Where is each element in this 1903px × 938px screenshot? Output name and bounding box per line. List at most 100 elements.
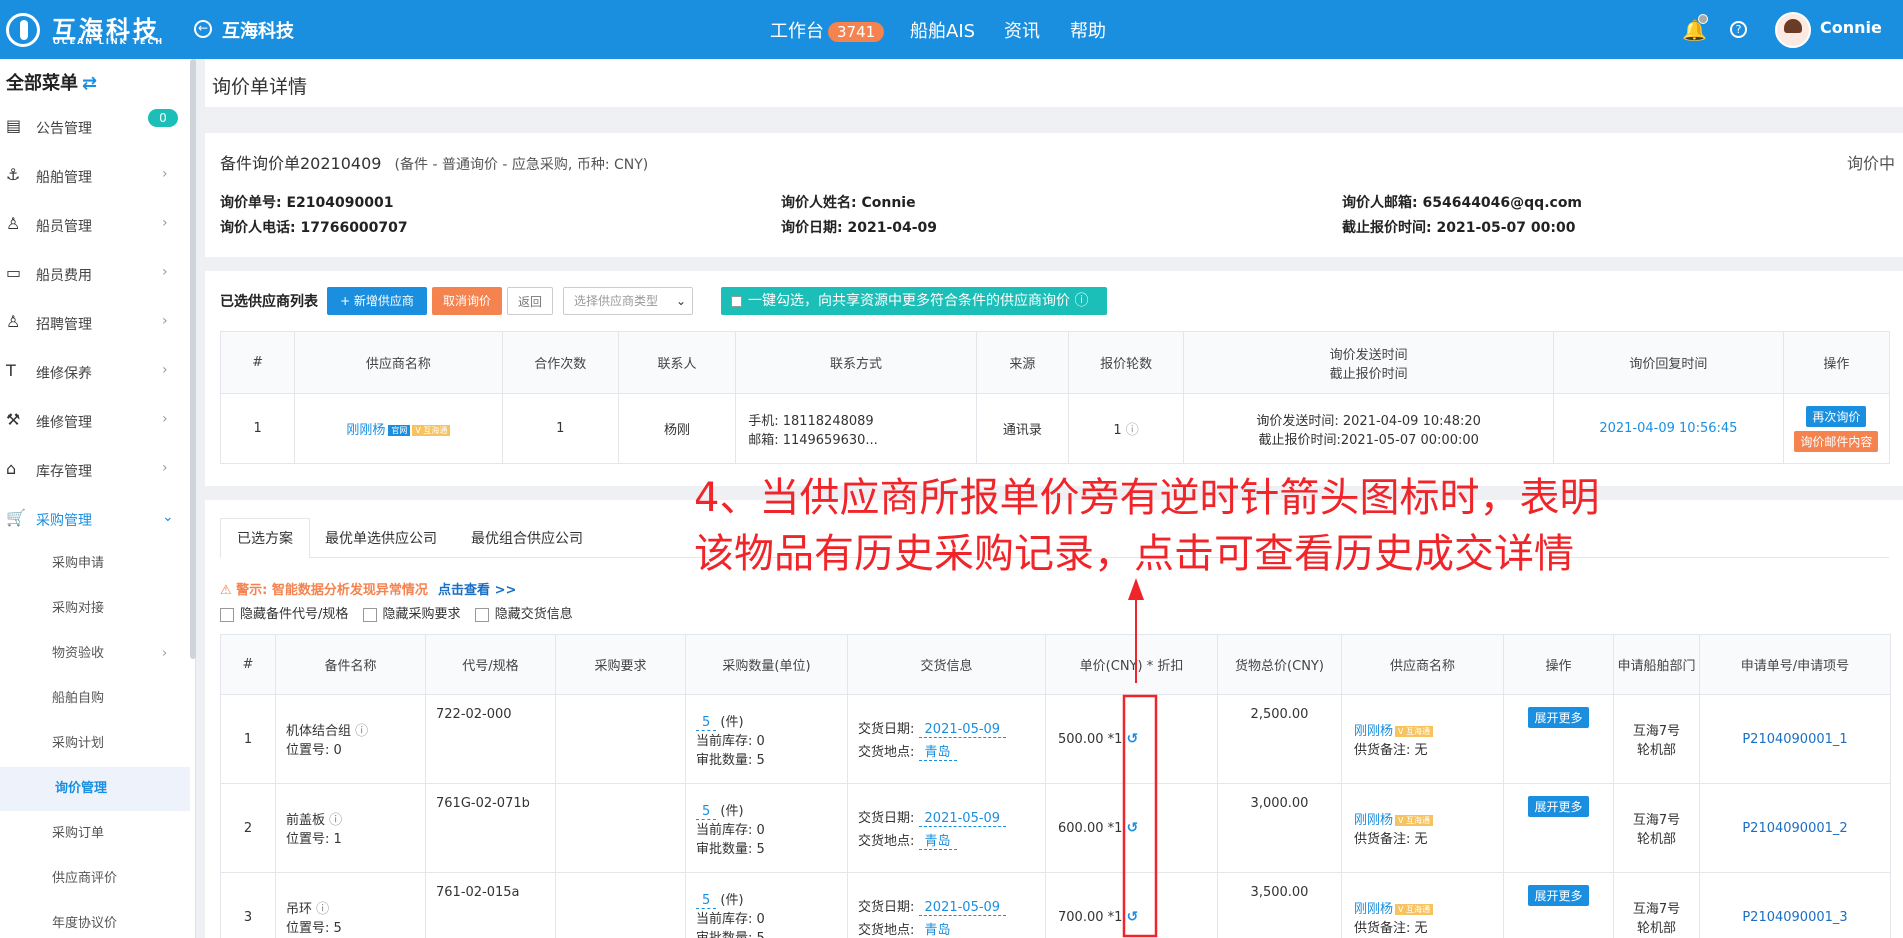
tab-best-combo[interactable]: 最优组合供应公司 bbox=[471, 528, 583, 548]
row-index: 1 bbox=[220, 694, 276, 784]
hide-delivery-checkbox[interactable] bbox=[474, 607, 489, 622]
user-name[interactable]: Connie bbox=[1820, 18, 1882, 37]
part-name-cell: 吊环 ⓘ 位置号: 5 bbox=[275, 872, 426, 938]
add-supplier-button[interactable]: + 新增供应商 bbox=[327, 287, 427, 315]
sidebar-sub-acceptance[interactable]: 物资验收 › bbox=[0, 632, 190, 676]
annotation-arrow bbox=[1122, 578, 1158, 938]
quantity-input[interactable]: 5 bbox=[696, 803, 717, 820]
help-icon[interactable]: ? bbox=[1730, 21, 1747, 38]
supplier-type-select[interactable]: 选择供应商类型 ⌄ bbox=[563, 287, 693, 315]
sidebar-item-crew[interactable]: ♙ 船员管理 › bbox=[0, 213, 190, 237]
sidebar-item-maintenance[interactable]: T 维修保养 › bbox=[0, 360, 190, 384]
sidebar-item-label: 维修保养 bbox=[36, 366, 92, 382]
send-time: 询价发送时间: 2021-04-09 10:48:20 bbox=[1256, 413, 1481, 429]
avatar[interactable] bbox=[1775, 12, 1811, 48]
company-name[interactable]: 互海科技 bbox=[222, 17, 294, 43]
info-icon[interactable]: ⓘ bbox=[355, 724, 368, 739]
sidebar-sub-purchase-request[interactable]: 采购申请 bbox=[0, 542, 190, 586]
col-action: 操作 bbox=[1782, 331, 1891, 394]
warning-text: ⚠ 警示: 智能数据分析发现异常情况 bbox=[220, 583, 428, 598]
delivery-place-input[interactable]: 青岛 bbox=[918, 745, 957, 761]
supplier-link[interactable]: 刚刚杨 bbox=[1354, 724, 1393, 739]
field-value: 2021-04-09 bbox=[847, 220, 938, 236]
expand-more-button[interactable]: 展开更多 bbox=[1528, 796, 1589, 817]
back-button[interactable]: 返回 bbox=[507, 287, 553, 315]
supplier-cell: 刚刚杨 V 互海通 供货备注: 无 bbox=[1341, 783, 1504, 873]
delivery-date-input[interactable]: 2021-05-09 bbox=[918, 900, 1007, 916]
col-contact: 联系人 bbox=[617, 331, 737, 394]
sidebar-item-recruit[interactable]: ♙ 招聘管理 › bbox=[0, 311, 190, 335]
share-inquiry-button[interactable]: 一键勾选，向共享资源中更多符合条件的供应商询价 ⓘ bbox=[721, 287, 1107, 315]
quantity-input[interactable]: 5 bbox=[696, 892, 717, 909]
sidebar-sub-inquiry[interactable]: 询价管理 bbox=[0, 767, 190, 811]
inquiry-email-button[interactable]: 询价邮件内容 bbox=[1794, 430, 1879, 452]
contact-info: 手机: 18118248089 邮箱: 1149659630... bbox=[735, 393, 977, 464]
total-price: 2,500.00 bbox=[1217, 694, 1342, 784]
sidebar-sub-supplier-eval[interactable]: 供应商评价 bbox=[0, 857, 190, 901]
col-reply-time: 询价回复时间 bbox=[1553, 331, 1784, 394]
delivery-date-input[interactable]: 2021-05-09 bbox=[918, 811, 1007, 827]
expand-more-button[interactable]: 展开更多 bbox=[1528, 707, 1589, 728]
supplier-link[interactable]: 刚刚杨 bbox=[1354, 902, 1393, 917]
field-label: 询价人邮箱: bbox=[1342, 195, 1418, 211]
field-value: 654644046@qq.com bbox=[1422, 195, 1583, 211]
tab-best-single[interactable]: 最优单选供应公司 bbox=[325, 528, 437, 548]
supply-note: 供货备注: 无 bbox=[1354, 921, 1428, 936]
sidebar-sub-annual-price[interactable]: 年度协议价 bbox=[0, 902, 190, 938]
chevron-down-icon: ⌄ bbox=[162, 509, 174, 525]
col-source: 来源 bbox=[975, 331, 1069, 394]
supplier-link[interactable]: 刚刚杨 bbox=[1354, 813, 1393, 828]
delivery-date-label: 交货日期: bbox=[858, 900, 915, 915]
request-no[interactable]: P2104090001_3 bbox=[1699, 872, 1891, 938]
col-requirement: 采购要求 bbox=[555, 634, 686, 695]
request-no[interactable]: P2104090001_2 bbox=[1699, 783, 1891, 873]
swap-icon[interactable]: ⇄ bbox=[82, 73, 97, 94]
sidebar-item-ship[interactable]: ⚓ 船舶管理 › bbox=[0, 164, 190, 188]
col-deadline-label: 截止报价时间 bbox=[1329, 366, 1408, 382]
sidebar-sub-plan[interactable]: 采购计划 bbox=[0, 722, 190, 766]
sidebar-item-notice[interactable]: ▤ 公告管理 bbox=[0, 115, 190, 139]
sidebar-item-crew-cost[interactable]: ▭ 船员费用 › bbox=[0, 262, 190, 286]
hide-code-checkbox[interactable] bbox=[220, 607, 234, 622]
cancel-inquiry-button[interactable]: 取消询价 bbox=[432, 287, 502, 315]
part-name: 吊环 bbox=[286, 902, 313, 917]
sidebar-sub-self-purchase[interactable]: 船舶自购 bbox=[0, 677, 190, 721]
info-icon[interactable]: ⓘ bbox=[316, 902, 329, 917]
supplier-name-link[interactable]: 刚刚杨 bbox=[346, 423, 385, 438]
sidebar-item-purchase[interactable]: 🛒 采购管理 ⌄ bbox=[0, 507, 190, 531]
official-tag: 官网 bbox=[388, 425, 411, 436]
back-arrow-icon[interactable]: ← bbox=[194, 20, 212, 38]
expand-more-button[interactable]: 展开更多 bbox=[1528, 885, 1589, 906]
field-label: 询价日期: bbox=[781, 220, 843, 236]
nav-news[interactable]: 资讯 bbox=[1004, 17, 1040, 43]
inquirer-name: 询价人姓名: Connie bbox=[781, 192, 916, 212]
share-checkbox[interactable] bbox=[731, 295, 742, 307]
col-total: 货物总价(CNY) bbox=[1217, 634, 1342, 695]
delivery-place-input[interactable]: 青岛 bbox=[918, 923, 957, 938]
nav-workbench[interactable]: 工作台 3741 bbox=[770, 17, 885, 43]
chevron-right-icon: › bbox=[162, 646, 168, 661]
sidebar-sub-purchase-docking[interactable]: 采购对接 bbox=[0, 587, 190, 631]
page-title: 询价单详情 bbox=[212, 76, 308, 98]
reinquire-button[interactable]: 再次询价 bbox=[1806, 405, 1867, 427]
hide-req-checkbox[interactable] bbox=[362, 607, 377, 622]
info-icon[interactable]: ⓘ bbox=[1126, 423, 1139, 438]
ship-dept: 互海7号 轮机部 bbox=[1613, 694, 1700, 784]
warning-link[interactable]: 点击查看 >> bbox=[438, 583, 516, 598]
nav-help[interactable]: 帮助 bbox=[1070, 17, 1106, 43]
action-cell: 再次询价询价邮件内容 bbox=[1782, 393, 1891, 464]
nav-ship-ais[interactable]: 船舶AIS bbox=[910, 17, 975, 43]
request-no[interactable]: P2104090001_1 bbox=[1699, 694, 1891, 784]
tab-selected-plan[interactable]: 已选方案 bbox=[220, 518, 310, 558]
quantity-input[interactable]: 5 bbox=[696, 714, 717, 731]
ship-name: 互海7号 bbox=[1632, 813, 1681, 828]
sidebar-item-repair[interactable]: ⚒ 维修管理 › bbox=[0, 409, 190, 433]
supply-note: 供货备注: 无 bbox=[1354, 743, 1428, 758]
sidebar-item-inventory[interactable]: ⌂ 库存管理 › bbox=[0, 458, 190, 482]
sidebar-sub-order[interactable]: 采购订单 bbox=[0, 812, 190, 856]
sidebar-scrollbar[interactable] bbox=[190, 59, 196, 659]
delivery-date-input[interactable]: 2021-05-09 bbox=[918, 722, 1007, 738]
info-icon[interactable]: ⓘ bbox=[329, 813, 342, 828]
delivery-place-input[interactable]: 青岛 bbox=[918, 834, 957, 850]
chevron-down-icon: ⌄ bbox=[675, 294, 686, 308]
